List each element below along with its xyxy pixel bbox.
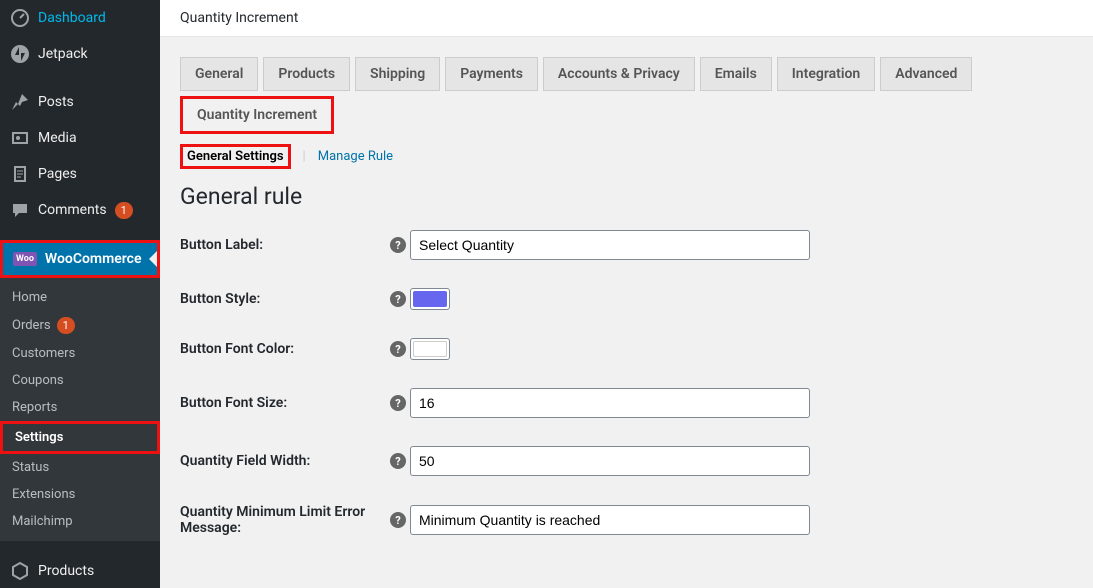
label-button-font-color: Button Font Color: (180, 341, 390, 357)
pages-icon (10, 164, 30, 184)
sidebar-item-dashboard[interactable]: Dashboard (0, 0, 160, 36)
help-icon: ? (390, 291, 406, 307)
sidebar-sub-label: Settings (15, 430, 63, 445)
dashboard-icon (10, 8, 30, 28)
subtab-separator: | (303, 149, 306, 164)
sidebar-item-comments[interactable]: Comments 1 (0, 192, 160, 228)
sidebar-sub-home[interactable]: Home (0, 284, 160, 311)
sidebar-sub-orders[interactable]: Orders 1 (0, 311, 160, 340)
products-icon (10, 561, 30, 581)
label-button-label: Button Label: (180, 237, 390, 253)
sidebar-item-label: Media (38, 130, 77, 146)
help-icon: ? (390, 341, 406, 357)
tab-shipping[interactable]: Shipping (355, 57, 440, 91)
tab-general[interactable]: General (180, 57, 258, 91)
sidebar-sub-label: Extensions (12, 487, 75, 502)
help-button-font-color[interactable]: ? (390, 341, 410, 357)
sidebar-item-label: WooCommerce (45, 251, 142, 267)
sidebar-item-label: Pages (38, 166, 77, 182)
settings-subtabs: General Settings | Manage Rule (180, 144, 1073, 169)
sidebar-sub-extensions[interactable]: Extensions (0, 481, 160, 508)
sidebar-sub-customers[interactable]: Customers (0, 340, 160, 367)
tab-integration[interactable]: Integration (777, 57, 875, 91)
label-qty-min-error: Quantity Minimum Limit Error Message: (180, 504, 390, 536)
sidebar-item-posts[interactable]: Posts (0, 84, 160, 120)
page-title: Quantity Increment (160, 0, 1093, 37)
tab-quantity-increment[interactable]: Quantity Increment (180, 96, 334, 134)
sidebar-item-label: Jetpack (38, 46, 88, 62)
admin-sidebar: Dashboard Jetpack Posts Media Pages Comm… (0, 0, 160, 588)
input-qty-field-width[interactable] (410, 446, 810, 476)
tab-products[interactable]: Products (263, 57, 350, 91)
woo-icon: Woo (13, 252, 37, 266)
input-qty-min-error[interactable] (410, 505, 810, 535)
main-content: Quantity Increment General Products Ship… (160, 0, 1093, 588)
sidebar-sub-settings[interactable]: Settings (0, 421, 160, 454)
sidebar-item-woocommerce[interactable]: Woo WooCommerce (0, 240, 160, 278)
help-button-style[interactable]: ? (390, 291, 410, 307)
label-button-style: Button Style: (180, 291, 390, 307)
label-qty-field-width: Quantity Field Width: (180, 453, 390, 469)
sidebar-sub-label: Customers (12, 346, 75, 361)
color-input-button-style[interactable] (410, 288, 450, 310)
tab-advanced[interactable]: Advanced (880, 57, 972, 91)
comments-count-badge: 1 (115, 202, 133, 219)
row-qty-field-width: Quantity Field Width: ? (180, 446, 1073, 476)
row-button-font-color: Button Font Color: ? (180, 338, 1073, 360)
help-icon: ? (390, 512, 406, 528)
input-button-label[interactable] (410, 230, 810, 260)
jetpack-icon (10, 44, 30, 64)
row-button-font-size: Button Font Size: ? (180, 388, 1073, 418)
sidebar-sub-label: Orders (12, 318, 51, 333)
settings-tabs: General Products Shipping Payments Accou… (180, 57, 1073, 134)
sidebar-item-label: Posts (38, 94, 74, 110)
tab-accounts-privacy[interactable]: Accounts & Privacy (543, 57, 695, 91)
pin-icon (10, 92, 30, 112)
sidebar-item-label: Dashboard (38, 10, 106, 26)
label-button-font-size: Button Font Size: (180, 395, 390, 411)
help-qty-field-width[interactable]: ? (390, 453, 410, 469)
sidebar-sub-mailchimp[interactable]: Mailchimp (0, 508, 160, 535)
sidebar-item-media[interactable]: Media (0, 120, 160, 156)
sidebar-item-label: Comments (38, 202, 107, 218)
sidebar-sub-label: Coupons (12, 373, 64, 388)
row-button-style: Button Style: ? (180, 288, 1073, 310)
color-swatch-inner (413, 341, 447, 357)
subtab-general-settings[interactable]: General Settings (180, 144, 291, 169)
color-swatch-inner (413, 291, 447, 307)
sidebar-item-jetpack[interactable]: Jetpack (0, 36, 160, 72)
color-input-button-font-color[interactable] (410, 338, 450, 360)
sidebar-sub-status[interactable]: Status (0, 454, 160, 481)
sidebar-item-pages[interactable]: Pages (0, 156, 160, 192)
media-icon (10, 128, 30, 148)
orders-count-badge: 1 (57, 317, 75, 334)
section-heading: General rule (180, 183, 1073, 210)
help-qty-min-error[interactable]: ? (390, 512, 410, 528)
comment-icon (10, 200, 30, 220)
sidebar-sub-reports[interactable]: Reports (0, 394, 160, 421)
tab-payments[interactable]: Payments (445, 57, 538, 91)
sidebar-sub-label: Reports (12, 400, 57, 415)
help-icon: ? (390, 453, 406, 469)
sidebar-item-label: Products (38, 563, 94, 579)
sidebar-sub-label: Mailchimp (12, 514, 73, 529)
input-button-font-size[interactable] (410, 388, 810, 418)
help-icon: ? (390, 395, 406, 411)
subtab-manage-rule[interactable]: Manage Rule (318, 149, 393, 164)
sidebar-sub-coupons[interactable]: Coupons (0, 367, 160, 394)
sidebar-sub-label: Home (12, 290, 47, 305)
help-button-label[interactable]: ? (390, 237, 410, 253)
help-button-font-size[interactable]: ? (390, 395, 410, 411)
help-icon: ? (390, 237, 406, 253)
row-qty-min-error: Quantity Minimum Limit Error Message: ? (180, 504, 1073, 536)
sidebar-item-products[interactable]: Products (0, 553, 160, 588)
tab-emails[interactable]: Emails (700, 57, 772, 91)
sidebar-sub-label: Status (12, 460, 49, 475)
row-button-label: Button Label: ? (180, 230, 1073, 260)
woocommerce-submenu: Home Orders 1 Customers Coupons Reports … (0, 278, 160, 541)
